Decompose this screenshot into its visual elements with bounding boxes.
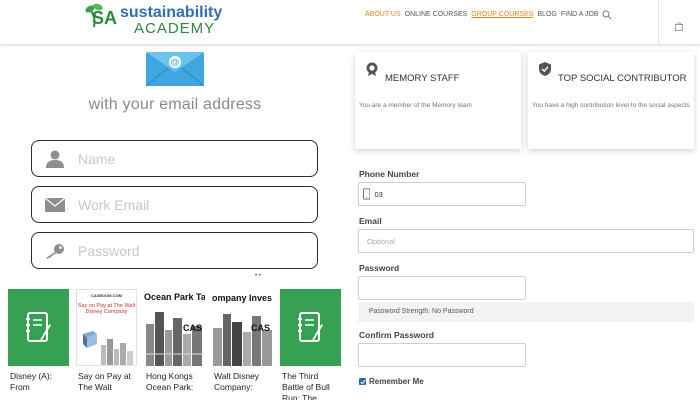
course-thumbnail: ompany Inves ons Strategy CAS [212, 289, 273, 366]
badge-title: TOP SOCIAL CONTRIBUTOR [558, 73, 687, 84]
badge-card-memory-staff: MEMORY STAFF You are a member of the Mem… [355, 52, 521, 149]
signup-heading: with your email address [88, 96, 262, 113]
work-email-input[interactable] [78, 196, 298, 213]
course-card[interactable]: Disney (A): From [8, 289, 69, 400]
logo-mark-s: SA [92, 8, 117, 28]
course-title[interactable]: Say on Pay at The Walt [76, 371, 137, 393]
case-code: CAS [182, 323, 202, 333]
mail-icon [44, 196, 66, 214]
name-input[interactable] [78, 150, 298, 167]
nav-group-courses[interactable]: GROUP COURSES [471, 11, 533, 18]
remember-label: Remember Me [369, 377, 424, 386]
shopping-bag-icon[interactable] [675, 22, 683, 31]
case-code: CAS [250, 323, 270, 333]
profile-password-field[interactable] [358, 276, 526, 300]
notebook-pencil-icon [298, 312, 323, 342]
skyline-graphic [144, 312, 205, 366]
main-nav: ABOUT US ONLINE COURSES GROUP COURSES BL… [365, 11, 599, 18]
password-input[interactable] [78, 242, 298, 259]
confirm-password-input[interactable] [359, 350, 525, 360]
work-email-field[interactable] [31, 186, 318, 223]
password-label: Password [359, 263, 400, 273]
site-header: SA sustainability ACADEMY ABOUT US ONLIN… [0, 0, 700, 44]
nav-find-a-job[interactable]: FIND A JOB [561, 11, 599, 18]
badge-description: You are a member of the Memory team [359, 102, 472, 109]
remember-me[interactable]: Remember Me [359, 377, 424, 386]
course-card[interactable]: ompany Inves ons Strategy CAS Walt Disne… [212, 289, 273, 400]
badge-card-top-social-contributor: TOP SOCIAL CONTRIBUTOR You have a high c… [528, 52, 694, 149]
site-logo[interactable]: SA sustainability ACADEMY [84, 2, 223, 36]
confirm-password-label: Confirm Password [359, 330, 435, 340]
course-title[interactable]: Hong Kongs Ocean Park: [144, 371, 205, 393]
case-brand: CASEDOM.COM [91, 293, 122, 298]
phone-icon [363, 188, 371, 200]
case-thumb-title: Ocean Park Tal [144, 292, 205, 302]
envelope-email-icon: @ [146, 52, 204, 86]
phone-input[interactable] [370, 189, 525, 199]
course-carousel: Disney (A): From CASEDOM.COM Say on Pay … [8, 289, 350, 400]
logo-mark: SA [85, 3, 117, 28]
case-thumb-title: ompany Inves ons Strategy [212, 293, 273, 303]
course-title[interactable]: The Third Battle of Bull Run: The [280, 371, 341, 400]
badge-title: MEMORY STAFF [385, 73, 460, 84]
case-thumb-title: Say on Pay at The Walt Disney Company [77, 303, 136, 315]
course-card[interactable]: CASEDOM.COM Say on Pay at The Walt Disne… [76, 289, 137, 400]
course-title[interactable]: Walt Disney Company: [212, 371, 273, 393]
course-thumbnail [8, 289, 69, 366]
remember-checkbox[interactable] [359, 378, 366, 385]
email-field[interactable] [358, 229, 694, 253]
nav-online-courses[interactable]: ONLINE COURSES [405, 11, 468, 18]
staff-badge-icon [366, 62, 378, 76]
email-label: Email [359, 216, 382, 226]
decorative-dots: • • [255, 273, 261, 279]
logo-text-line1: sustainability [120, 4, 223, 21]
badge-description: You have a high contribution level to th… [532, 102, 690, 109]
phone-field[interactable] [358, 182, 526, 206]
profile-password-input[interactable] [359, 283, 525, 293]
profile-panel: MEMORY STAFF You are a member of the Mem… [350, 44, 700, 400]
name-field[interactable] [31, 140, 318, 177]
logo-text-line2: ACADEMY [134, 20, 216, 37]
password-strength: Password Strength: No Password [358, 302, 694, 322]
page: SA sustainability ACADEMY ABOUT US ONLIN… [0, 0, 700, 400]
signup-panel: @ with your email address • • [0, 44, 350, 400]
skyline-graphic [213, 314, 272, 366]
phone-label: Phone Number [359, 169, 420, 179]
header-divider [658, 0, 659, 44]
course-thumbnail [280, 289, 341, 366]
course-thumbnail: CASEDOM.COM Say on Pay at The Walt Disne… [76, 289, 137, 366]
course-thumbnail: Ocean Park Tal CAS [144, 289, 205, 366]
confirm-password-field[interactable] [358, 343, 526, 367]
course-title[interactable]: Disney (A): From [8, 371, 69, 393]
shield-check-icon [539, 62, 551, 76]
key-icon [44, 242, 66, 260]
nav-about-us[interactable]: ABOUT US [365, 11, 401, 18]
password-field[interactable] [31, 232, 318, 269]
checkmark-icon [359, 379, 366, 384]
course-card[interactable]: Ocean Park Tal CAS Hong Kongs Ocean Park… [144, 289, 205, 400]
nav-blog[interactable]: BLOG [537, 11, 556, 18]
user-icon [44, 150, 66, 168]
search-icon[interactable] [602, 10, 612, 20]
email-input[interactable] [359, 236, 693, 246]
skyline-graphic [101, 339, 133, 365]
notebook-pencil-icon [26, 312, 51, 342]
svg-text:@: @ [170, 57, 179, 67]
course-card[interactable]: The Third Battle of Bull Run: The [280, 289, 341, 400]
